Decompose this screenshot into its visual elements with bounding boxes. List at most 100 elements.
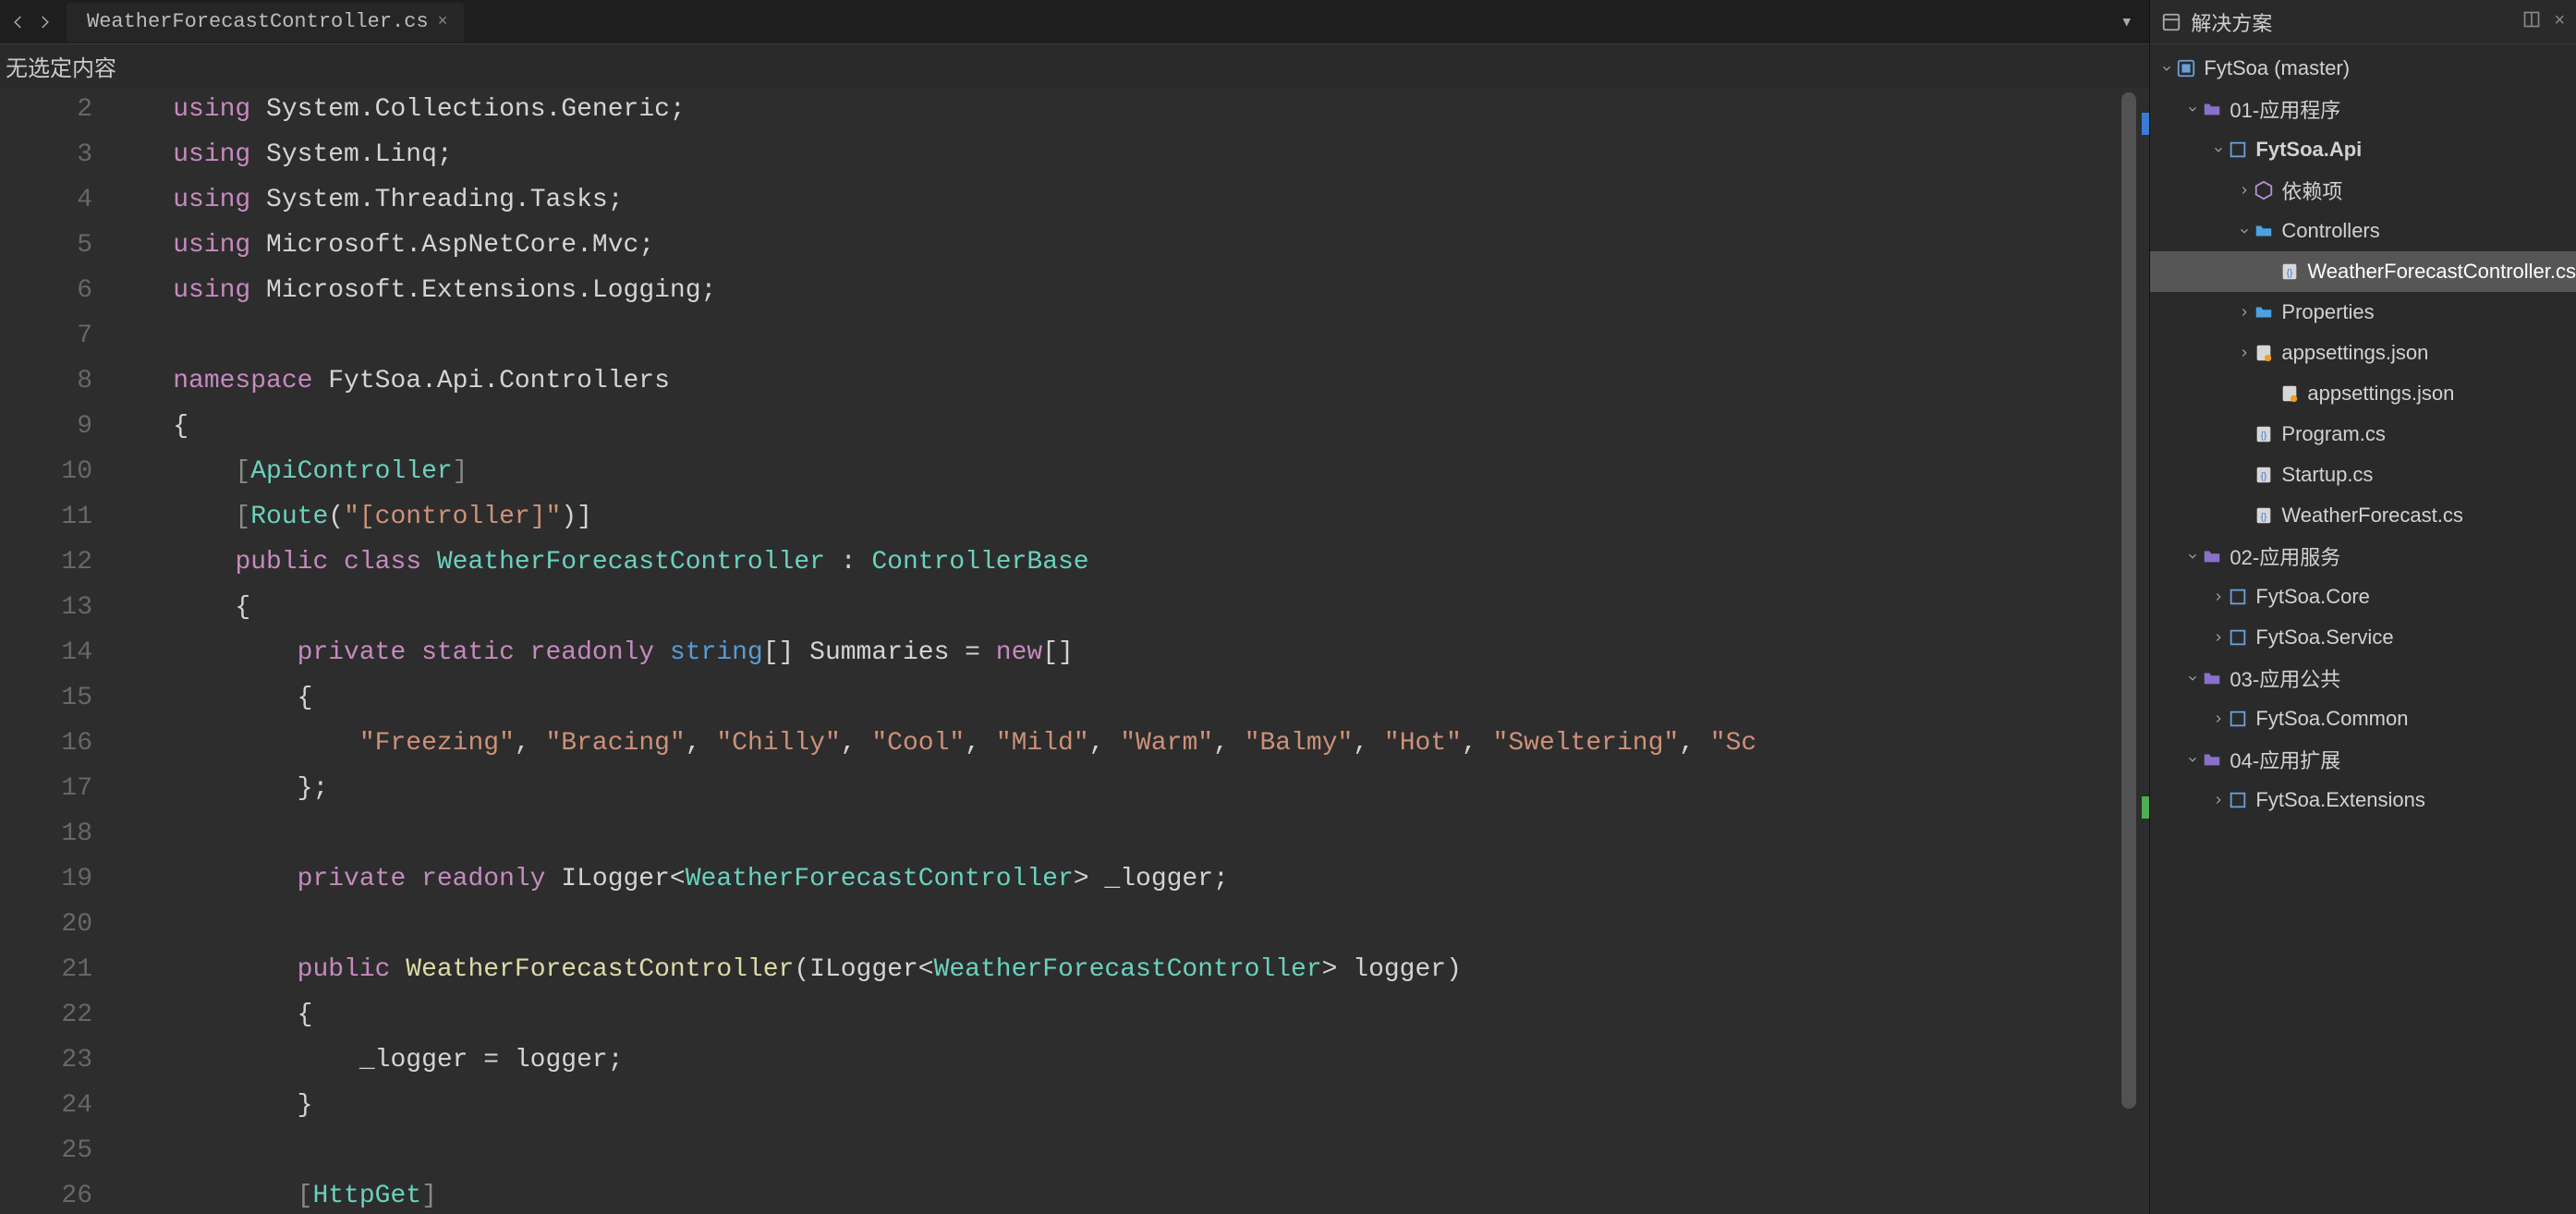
code-line[interactable]: public WeatherForecastController(ILogger… xyxy=(111,947,2149,992)
code-line[interactable]: namespace FytSoa.Api.Controllers xyxy=(111,358,2149,404)
line-number: 15 xyxy=(0,675,92,721)
code-line[interactable]: { xyxy=(111,992,2149,1038)
tree-node[interactable]: {}WeatherForecast.cs xyxy=(2150,495,2576,536)
code-line[interactable]: }; xyxy=(111,766,2149,811)
line-number: 8 xyxy=(0,358,92,404)
chevron-right-icon[interactable] xyxy=(2209,791,2228,809)
code-line[interactable]: } xyxy=(111,1083,2149,1128)
line-number: 10 xyxy=(0,449,92,494)
panel-close-icon[interactable]: × xyxy=(2554,10,2565,34)
code-line[interactable]: private static readonly string[] Summari… xyxy=(111,630,2149,675)
tree-node[interactable]: FytSoa.Service xyxy=(2150,617,2576,658)
nav-forward-button[interactable] xyxy=(31,9,57,35)
chevron-down-icon[interactable] xyxy=(2235,222,2254,240)
code-line[interactable] xyxy=(111,313,2149,358)
chevron-down-icon[interactable] xyxy=(2183,100,2202,118)
close-icon[interactable]: × xyxy=(438,13,448,31)
chevron-right-icon[interactable] xyxy=(2235,181,2254,200)
breadcrumb-bar[interactable]: 无选定内容 xyxy=(0,44,2149,87)
chevron-right-icon[interactable] xyxy=(2209,628,2228,647)
tree-node-label: WeatherForecast.cs xyxy=(2281,504,2462,528)
code-line[interactable]: { xyxy=(111,585,2149,630)
csharp-file-icon: {} xyxy=(2279,261,2300,282)
code-line[interactable]: using System.Collections.Generic; xyxy=(111,87,2149,132)
solution-tree[interactable]: FytSoa (master) 01-应用程序FytSoa.Api依赖项Contr… xyxy=(2150,44,2576,820)
project-icon xyxy=(2228,587,2248,607)
code-line[interactable]: using Microsoft.Extensions.Logging; xyxy=(111,268,2149,313)
tree-node[interactable]: FytSoa.Common xyxy=(2150,698,2576,739)
tree-node[interactable]: {} Program.cs xyxy=(2150,414,2576,455)
file-tab[interactable]: WeatherForecastController.cs × xyxy=(67,3,464,42)
code-line[interactable]: private readonly ILogger<WeatherForecast… xyxy=(111,856,2149,902)
tree-node[interactable]: 03-应用公共 xyxy=(2150,658,2576,698)
code-line[interactable]: "Freezing", "Bracing", "Chilly", "Cool",… xyxy=(111,721,2149,766)
tree-node[interactable]: {}Startup.cs xyxy=(2150,455,2576,495)
tree-node-label: FytSoa.Extensions xyxy=(2255,788,2424,812)
panel-icon xyxy=(2161,12,2181,32)
code-line[interactable]: { xyxy=(111,404,2149,449)
twisty-placeholder xyxy=(2261,384,2279,403)
code-line[interactable]: [Route("[controller]")] xyxy=(111,494,2149,540)
tree-node-label: appsettings.json xyxy=(2307,382,2454,406)
chevron-right-icon[interactable] xyxy=(2235,303,2254,322)
code-area[interactable]: 2345678910111213141516171819202122232425… xyxy=(0,87,2149,1214)
code-line[interactable]: public class WeatherForecastController :… xyxy=(111,540,2149,585)
folder-icon xyxy=(2254,221,2274,241)
code-line[interactable]: using System.Threading.Tasks; xyxy=(111,177,2149,223)
code-line[interactable]: using System.Linq; xyxy=(111,132,2149,177)
line-number: 11 xyxy=(0,494,92,540)
vertical-scrollbar[interactable] xyxy=(2121,92,2136,1109)
chevron-right-icon[interactable] xyxy=(2209,710,2228,728)
package-icon xyxy=(2254,180,2274,200)
code-line[interactable]: [HttpGet] xyxy=(111,1173,2149,1214)
nav-back-button[interactable] xyxy=(6,9,31,35)
code-line[interactable]: using Microsoft.AspNetCore.Mvc; xyxy=(111,223,2149,268)
code-line[interactable]: [ApiController] xyxy=(111,449,2149,494)
tab-overflow-button[interactable]: ▾ xyxy=(2120,10,2132,34)
line-number: 3 xyxy=(0,132,92,177)
tree-node[interactable]: Properties xyxy=(2150,292,2576,333)
solution-folder-icon xyxy=(2202,99,2222,119)
code-line[interactable] xyxy=(111,902,2149,947)
chevron-right-icon[interactable] xyxy=(2235,344,2254,362)
line-number: 25 xyxy=(0,1128,92,1173)
chevron-down-icon[interactable] xyxy=(2183,547,2202,565)
csharp-file-icon: {} xyxy=(2254,424,2274,444)
panel-split-icon[interactable] xyxy=(2522,10,2541,34)
code-line[interactable]: _logger = logger; xyxy=(111,1038,2149,1083)
line-number: 2 xyxy=(0,87,92,132)
tree-node[interactable]: 04-应用扩展 xyxy=(2150,739,2576,780)
tree-node[interactable]: appsettings.json xyxy=(2150,333,2576,373)
code-line[interactable]: { xyxy=(111,675,2149,721)
tree-node-label: Startup.cs xyxy=(2281,463,2373,487)
tree-node[interactable]: {}WeatherForecastController.cs xyxy=(2150,251,2576,292)
chevron-down-icon[interactable] xyxy=(2209,140,2228,159)
line-number: 12 xyxy=(0,540,92,585)
line-number: 9 xyxy=(0,404,92,449)
tree-node-label: FytSoa.Service xyxy=(2255,625,2393,649)
tree-node[interactable]: appsettings.json xyxy=(2150,373,2576,414)
tree-node-label: Program.cs xyxy=(2281,422,2385,446)
tree-node-label: FytSoa (master) xyxy=(2204,56,2350,80)
chevron-down-icon[interactable] xyxy=(2183,669,2202,687)
tree-node[interactable]: FytSoa.Api xyxy=(2150,129,2576,170)
solution-folder-icon xyxy=(2202,546,2222,566)
tree-node[interactable]: 依赖项 xyxy=(2150,170,2576,211)
chevron-right-icon[interactable] xyxy=(2209,588,2228,606)
code-line[interactable] xyxy=(111,1128,2149,1173)
tree-node[interactable]: FytSoa.Core xyxy=(2150,577,2576,617)
line-number: 14 xyxy=(0,630,92,675)
tree-node[interactable]: 01-应用程序 xyxy=(2150,89,2576,129)
tree-node[interactable]: Controllers xyxy=(2150,211,2576,251)
tree-node[interactable]: 02-应用服务 xyxy=(2150,536,2576,577)
line-number: 6 xyxy=(0,268,92,313)
chevron-down-icon[interactable] xyxy=(2183,750,2202,769)
line-number: 23 xyxy=(0,1038,92,1083)
solution-header-title: 解决方案 xyxy=(2191,7,2272,37)
code-content[interactable]: using System.Collections.Generic; using … xyxy=(111,87,2149,1214)
code-line[interactable] xyxy=(111,811,2149,856)
tree-node[interactable]: FytSoa (master) xyxy=(2150,48,2576,89)
chevron-down-icon[interactable] xyxy=(2157,59,2176,78)
line-number: 13 xyxy=(0,585,92,630)
tree-node[interactable]: FytSoa.Extensions xyxy=(2150,780,2576,820)
